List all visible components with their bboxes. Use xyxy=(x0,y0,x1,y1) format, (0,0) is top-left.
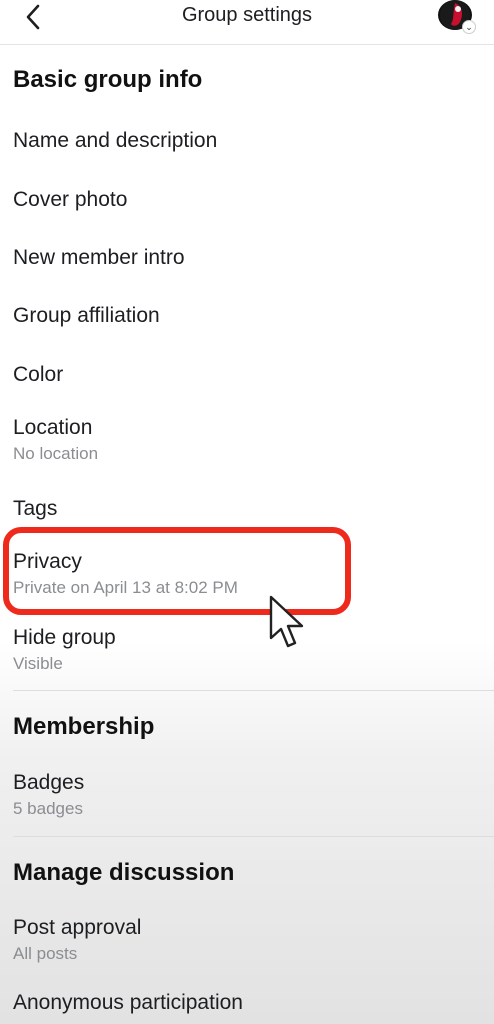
item-label: Cover photo xyxy=(13,188,128,211)
section-title-manage-discussion: Manage discussion xyxy=(13,859,235,886)
settings-item-new-member-intro[interactable]: New member intro xyxy=(13,245,481,271)
settings-item-anonymous-participation[interactable]: Anonymous participation xyxy=(13,990,481,1016)
item-value: All posts xyxy=(13,944,78,963)
settings-item-cover-photo[interactable]: Cover photo xyxy=(13,187,481,213)
section-title-basic-group-info: Basic group info xyxy=(13,66,203,93)
settings-item-hide-group[interactable]: Hide group Visible xyxy=(13,625,481,675)
item-label: Location xyxy=(13,416,93,439)
settings-item-group-affiliation[interactable]: Group affiliation xyxy=(13,303,481,329)
item-label: New member intro xyxy=(13,246,185,269)
settings-item-color[interactable]: Color xyxy=(13,362,481,388)
settings-item-post-approval[interactable]: Post approval All posts xyxy=(13,915,481,965)
settings-item-location[interactable]: Location No location xyxy=(13,415,481,465)
item-value: 5 badges xyxy=(13,799,83,818)
item-label: Badges xyxy=(13,771,85,794)
item-label: Color xyxy=(13,363,64,386)
settings-item-tags[interactable]: Tags xyxy=(13,496,481,522)
item-label: Group affiliation xyxy=(13,304,160,327)
settings-item-name-and-description[interactable]: Name and description xyxy=(13,128,481,154)
page-title: Group settings xyxy=(181,4,313,26)
item-value: No location xyxy=(13,444,99,463)
settings-item-badges[interactable]: Badges 5 badges xyxy=(13,770,481,820)
item-value: Visible xyxy=(13,654,63,673)
item-label: Anonymous participation xyxy=(13,991,243,1014)
chevron-down-icon[interactable]: ⌄ xyxy=(462,20,476,34)
item-label: Hide group xyxy=(13,626,116,649)
item-label: Post approval xyxy=(13,916,142,939)
section-divider xyxy=(13,836,494,837)
group-settings-screen: Group settings ⌄ Basic group info Name a… xyxy=(0,0,494,1024)
item-label: Name and description xyxy=(13,129,218,152)
top-bar: Group settings ⌄ xyxy=(0,0,494,45)
section-title-membership: Membership xyxy=(13,713,155,740)
item-label: Tags xyxy=(13,497,58,520)
section-divider xyxy=(13,690,494,691)
settings-item-privacy[interactable]: Privacy Private on April 13 at 8:02 PM xyxy=(13,549,481,599)
item-label: Privacy xyxy=(13,550,82,573)
item-value: Private on April 13 at 8:02 PM xyxy=(13,578,238,597)
